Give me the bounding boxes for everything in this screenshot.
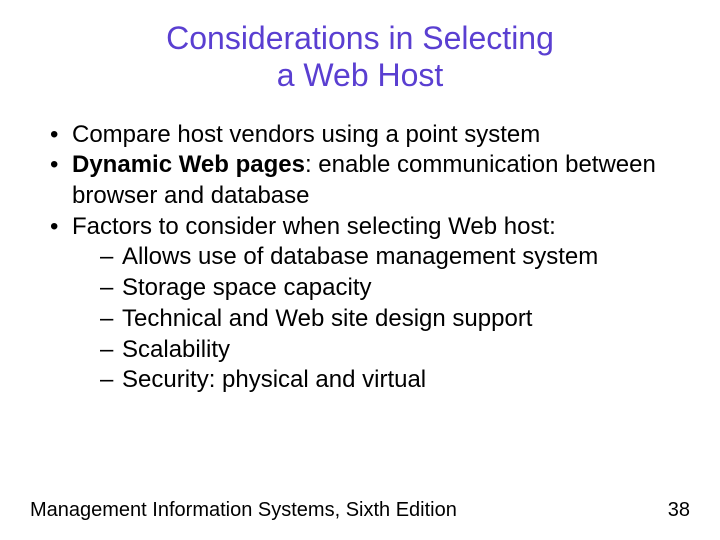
sub-bullet-text: Scalability	[122, 336, 230, 363]
sub-bullet-text: Storage space capacity	[122, 274, 371, 301]
sub-bullet-item: Allows use of database management system	[100, 242, 690, 273]
sub-bullet-text: Security: physical and virtual	[122, 366, 426, 393]
sub-bullet-text: Allows use of database management system	[122, 243, 598, 270]
title-line-2: a Web Host	[277, 57, 444, 93]
bullet-list: Compare host vendors using a point syste…	[30, 120, 690, 396]
bullet-item: Dynamic Web pages: enable communication …	[50, 150, 690, 211]
sub-bullet-item: Scalability	[100, 335, 690, 366]
sub-bullet-item: Technical and Web site design support	[100, 304, 690, 335]
bullet-bold: Dynamic Web pages	[72, 151, 305, 178]
bullet-item: Factors to consider when selecting Web h…	[50, 212, 690, 396]
slide: Considerations in Selecting a Web Host C…	[0, 0, 720, 540]
sub-bullet-item: Storage space capacity	[100, 273, 690, 304]
title-line-1: Considerations in Selecting	[166, 20, 554, 56]
page-number: 38	[668, 499, 690, 522]
bullet-text: Factors to consider when selecting Web h…	[72, 213, 556, 240]
slide-title: Considerations in Selecting a Web Host	[30, 20, 690, 94]
sub-bullet-text: Technical and Web site design support	[122, 305, 532, 332]
bullet-item: Compare host vendors using a point syste…	[50, 120, 690, 151]
footer-text: Management Information Systems, Sixth Ed…	[30, 499, 457, 522]
sub-bullet-list: Allows use of database management system…	[72, 242, 690, 396]
sub-bullet-item: Security: physical and virtual	[100, 365, 690, 396]
bullet-text: Compare host vendors using a point syste…	[72, 121, 540, 148]
